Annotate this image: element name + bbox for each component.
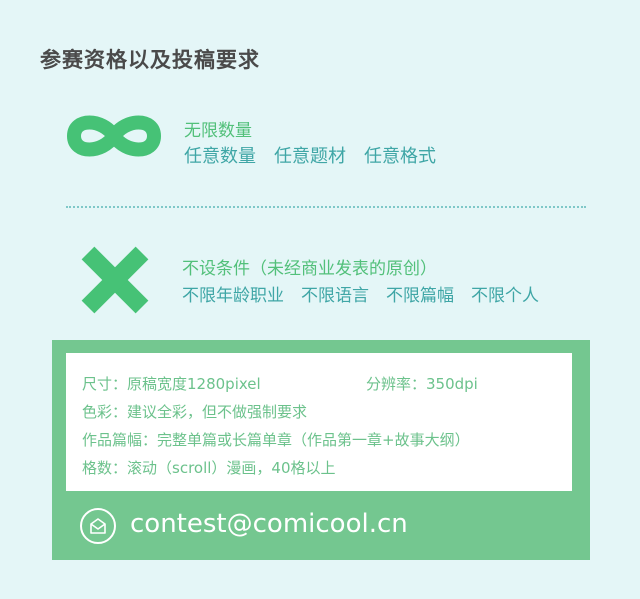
size-requirement: 尺寸：原稿宽度1280pixel: [82, 375, 261, 393]
resolution-requirement: 分辨率：350dpi: [366, 375, 478, 393]
cross-icon: [78, 243, 152, 317]
contact-email[interactable]: contest@comicool.cn: [130, 509, 408, 539]
section1-items: 任意数量 任意题材 任意格式: [184, 146, 436, 167]
section2-items: 不限年龄职业 不限语言 不限篇幅 不限个人: [182, 286, 539, 306]
length-requirement: 作品篇幅：完整单篇或长篇单章（作品第一章+故事大纲）: [82, 431, 470, 449]
page-title: 参赛资格以及投稿要求: [40, 48, 260, 72]
section2-heading: 不设条件（未经商业发表的原创）: [182, 259, 437, 279]
color-requirement: 色彩：建议全彩，但不做强制要求: [82, 403, 308, 421]
divider: [66, 206, 586, 208]
infinity-icon: [64, 104, 164, 168]
mail-icon: [80, 508, 116, 544]
section1-heading: 无限数量: [184, 121, 252, 141]
requirements-card: 尺寸：原稿宽度1280pixel 分辨率：350dpi 色彩：建议全彩，但不做强…: [66, 353, 572, 491]
format-requirement: 格数：滚动（scroll）漫画，40格以上: [82, 459, 336, 477]
